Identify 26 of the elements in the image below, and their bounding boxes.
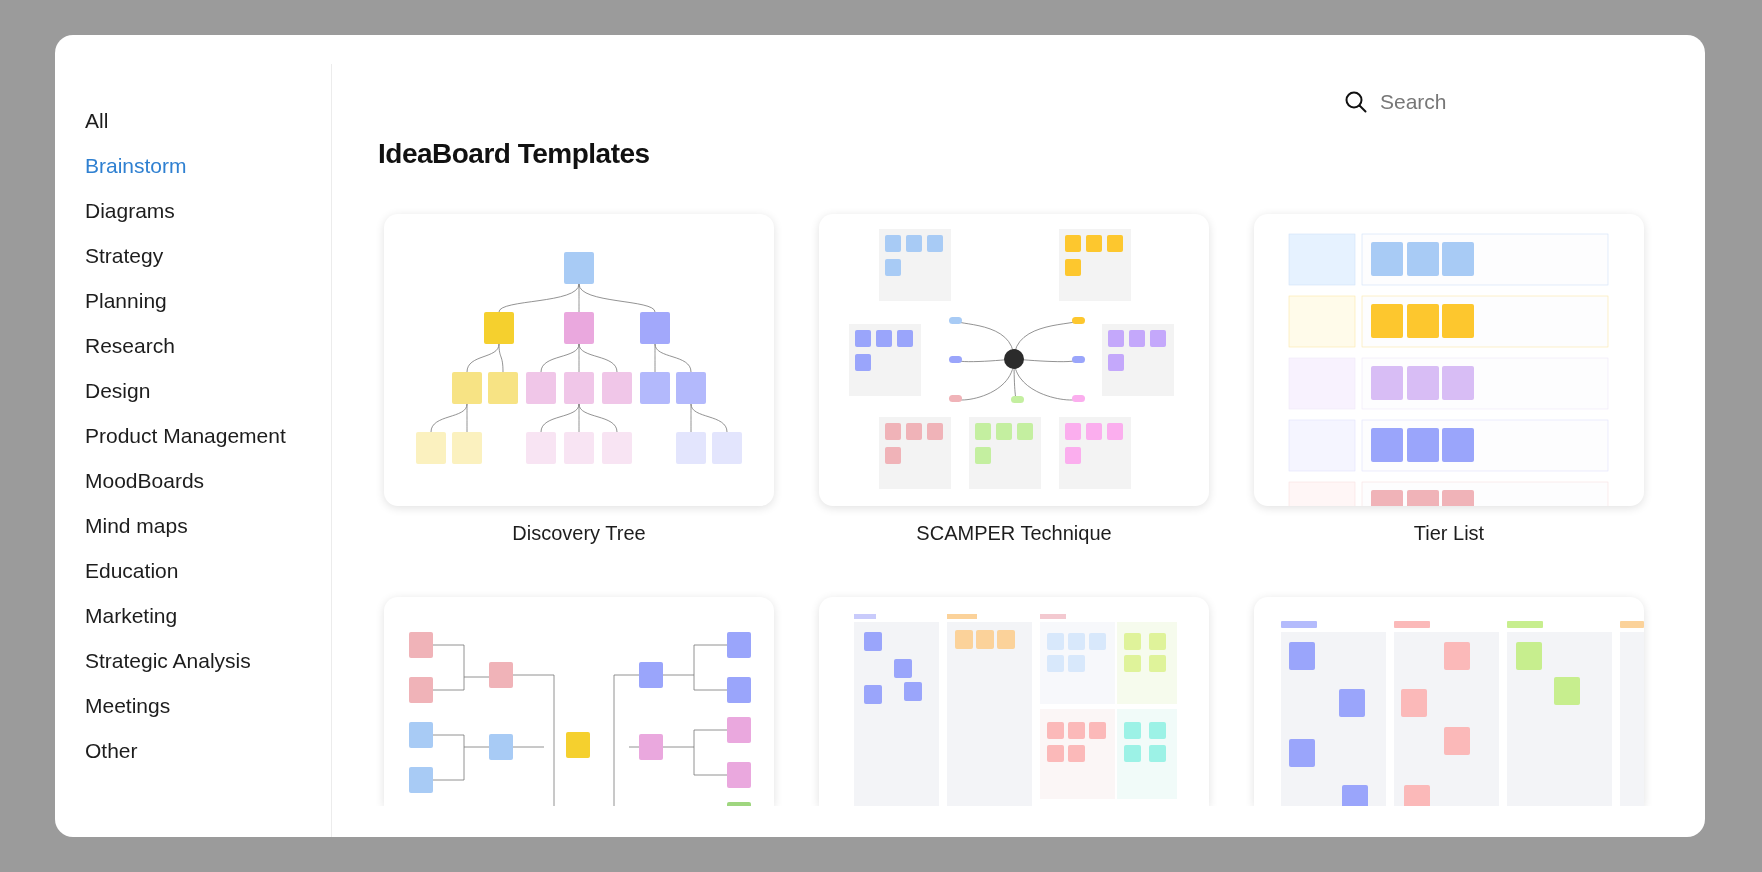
template-card[interactable]	[1254, 597, 1644, 806]
category-item[interactable]: Diagrams	[85, 196, 175, 225]
category-item[interactable]: Mind maps	[85, 511, 188, 540]
template-card[interactable]	[384, 214, 774, 506]
template-card[interactable]	[819, 597, 1209, 806]
template-name: Tier List	[1413, 522, 1485, 545]
category-item[interactable]: Planning	[85, 286, 167, 315]
category-item[interactable]: Product Management	[85, 421, 286, 450]
category-item[interactable]: Brainstorm	[85, 151, 187, 180]
category-item[interactable]: Meetings	[85, 691, 171, 720]
category-item[interactable]: Other	[85, 736, 138, 765]
template-card[interactable]	[384, 597, 774, 806]
category-item[interactable]: Education	[85, 556, 179, 585]
template-card[interactable]	[819, 214, 1209, 506]
category-item[interactable]: Strategic Analysis	[85, 646, 251, 675]
category-item[interactable]: Marketing	[85, 601, 178, 630]
category-item[interactable]: Design	[85, 376, 151, 405]
page-title: IdeaBoard Templates	[378, 138, 651, 170]
category-item[interactable]: MoodBoards	[85, 466, 205, 495]
template-name: SCAMPER Technique	[916, 522, 1112, 545]
template-name: Discovery Tree	[512, 522, 646, 545]
template-card[interactable]	[1254, 214, 1644, 506]
category-item[interactable]: Strategy	[85, 241, 164, 270]
category-item[interactable]: Research	[85, 331, 175, 360]
search-icon	[1344, 90, 1368, 114]
category-item[interactable]: All	[85, 106, 109, 135]
